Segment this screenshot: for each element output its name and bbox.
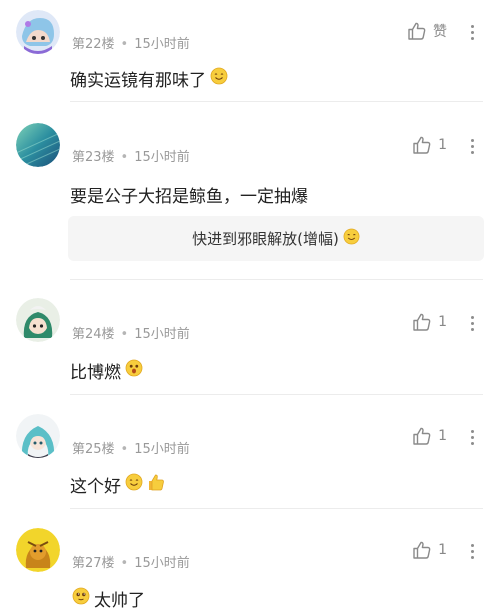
reply-preview[interactable]: 快进到邪眼解放(增幅) <box>68 216 484 261</box>
thumbs-up-icon <box>407 21 427 41</box>
surprised-emoji <box>125 359 143 382</box>
smile-emoji <box>125 473 143 496</box>
avatar[interactable] <box>16 10 60 54</box>
smile-emoji <box>210 67 228 90</box>
comment-text-row: 太帅了 <box>72 586 145 611</box>
thumbs-up-icon <box>412 312 432 332</box>
like-button[interactable]: 1 <box>412 426 447 446</box>
like-button[interactable]: 1 <box>412 135 447 155</box>
comment-text: 要是公子大招是鲸鱼，一定抽爆 <box>70 187 308 207</box>
comment-text: 太帅了 <box>94 591 145 611</box>
smile-emoji <box>343 228 360 249</box>
avatar[interactable] <box>16 528 60 572</box>
reply-text: 快进到邪眼解放(增幅) <box>192 230 339 248</box>
meta-separator: • <box>120 327 129 342</box>
comment-text: 比博燃 <box>70 363 121 383</box>
comment-meta: 第24楼 • 15小时前 <box>72 323 190 342</box>
comment-text-row: 确实运镜有那味了 <box>70 66 228 91</box>
comment-time: 15小时前 <box>134 442 190 457</box>
comment-text-row: 这个好 <box>70 472 165 497</box>
meta-separator: • <box>120 442 129 457</box>
comment-text: 确实运镜有那味了 <box>70 71 206 91</box>
like-label: 赞 <box>433 24 447 40</box>
meta-separator: • <box>120 556 129 571</box>
comment-meta: 第25楼 • 15小时前 <box>72 438 190 457</box>
comment-text-row: 要是公子大招是鲸鱼，一定抽爆 <box>70 182 308 207</box>
floor-number: 第24楼 <box>72 327 115 342</box>
meta-separator: • <box>120 37 129 52</box>
floor-number: 第27楼 <box>72 556 115 571</box>
like-button[interactable]: 1 <box>412 540 447 560</box>
more-options-icon[interactable] <box>471 22 475 43</box>
more-options-icon[interactable] <box>471 427 475 448</box>
thumbs-up-emoji <box>147 473 165 496</box>
divider <box>70 394 483 395</box>
like-count: 1 <box>438 314 447 330</box>
like-count: 1 <box>438 428 447 444</box>
more-options-icon[interactable] <box>471 541 475 562</box>
divider <box>70 101 483 102</box>
more-options-icon[interactable] <box>471 136 475 157</box>
like-count: 1 <box>438 542 447 558</box>
avatar[interactable] <box>16 123 60 167</box>
floor-number: 第25楼 <box>72 442 115 457</box>
adoring-emoji <box>72 587 90 610</box>
meta-separator: • <box>120 150 129 165</box>
like-button[interactable]: 1 <box>412 312 447 332</box>
comment-time: 15小时前 <box>134 150 190 165</box>
avatar[interactable] <box>16 298 60 342</box>
divider <box>70 508 483 509</box>
comment-meta: 第27楼 • 15小时前 <box>72 552 190 571</box>
thumbs-up-icon <box>412 135 432 155</box>
thumbs-up-icon <box>412 540 432 560</box>
like-count: 1 <box>438 137 447 153</box>
divider <box>70 279 483 280</box>
comment-text-row: 比博燃 <box>70 358 143 383</box>
comment-text: 这个好 <box>70 477 121 497</box>
floor-number: 第22楼 <box>72 37 115 52</box>
like-button[interactable]: 赞 <box>407 21 447 41</box>
avatar[interactable] <box>16 414 60 458</box>
comment-time: 15小时前 <box>134 37 190 52</box>
comment-meta: 第22楼 • 15小时前 <box>72 33 190 52</box>
comment-time: 15小时前 <box>134 327 190 342</box>
floor-number: 第23楼 <box>72 150 115 165</box>
thumbs-up-icon <box>412 426 432 446</box>
comment-meta: 第23楼 • 15小时前 <box>72 146 190 165</box>
comment-time: 15小时前 <box>134 556 190 571</box>
more-options-icon[interactable] <box>471 313 475 334</box>
